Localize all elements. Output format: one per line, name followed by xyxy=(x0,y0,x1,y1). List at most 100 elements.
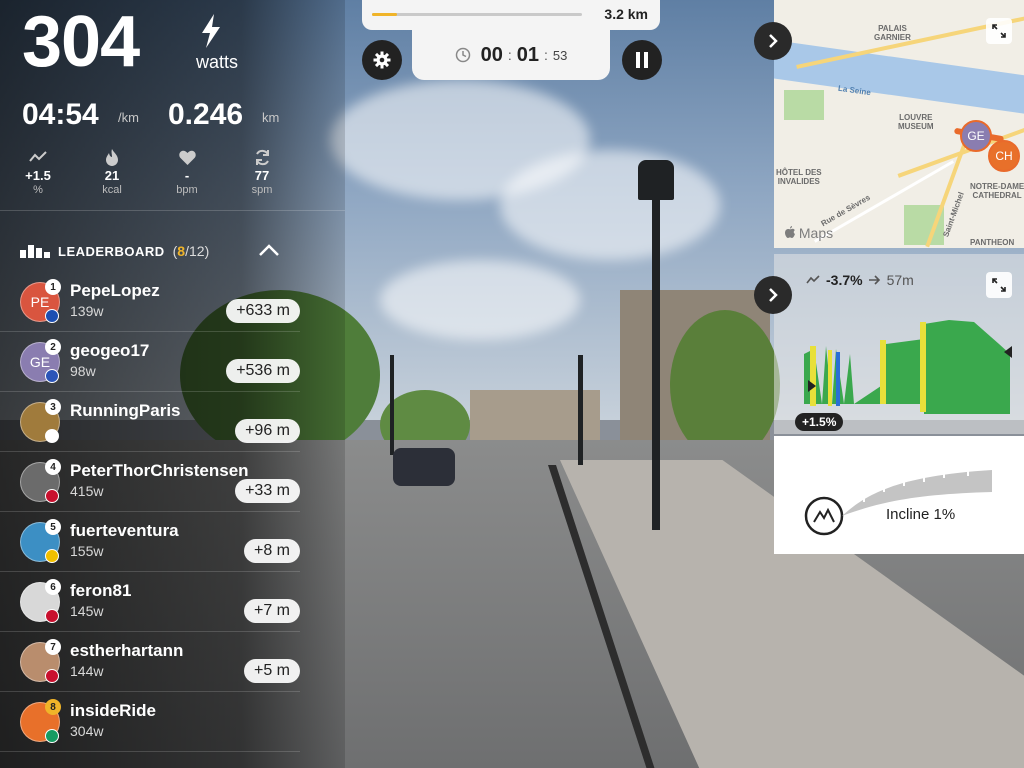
route-distance-label: 3.2 km xyxy=(604,6,648,22)
rank-badge: 1 xyxy=(45,279,61,295)
athlete-name: PepeLopez xyxy=(70,281,160,300)
pin-initials: CH xyxy=(995,149,1013,163)
stat-value: - xyxy=(184,168,190,183)
leaderboard-row[interactable]: 3 RunningParis +96 m xyxy=(0,391,300,452)
athlete-name: PeterThorChristensen xyxy=(70,461,249,480)
athlete-name: fuerteventura xyxy=(70,521,179,540)
power-value: 304 xyxy=(22,2,140,82)
athlete-watts: 145w xyxy=(70,603,104,619)
expand-elevation-button[interactable] xyxy=(986,272,1012,298)
stat-heart-rate: - bpm xyxy=(157,148,217,196)
street-lamp xyxy=(652,170,660,530)
upcoming-grade-distance: 57m xyxy=(886,272,914,288)
maps-brand-label: Maps xyxy=(798,225,834,241)
cadence-icon xyxy=(255,149,269,165)
leaderboard-row[interactable]: PE 1 PepeLopez 139w +633 m xyxy=(0,271,300,332)
athlete-watts: 304w xyxy=(70,723,104,739)
leaderboard-row[interactable]: 6 feron81 145w +7 m xyxy=(0,571,300,632)
athlete-watts: 415w xyxy=(70,483,104,499)
stat-calories: 21 kcal xyxy=(82,148,142,196)
incline-graphic xyxy=(804,470,992,536)
clock-icon xyxy=(455,47,470,63)
distance-gap-badge: +5 m xyxy=(243,659,300,683)
leaderboard-row[interactable]: 8 insideRide 304w xyxy=(0,691,300,752)
expand-icon xyxy=(992,24,1006,38)
distance-gap-badge: +633 m xyxy=(226,299,300,323)
chevron-right-icon xyxy=(769,288,778,302)
flame-icon xyxy=(106,148,118,166)
incline-icon xyxy=(29,151,47,162)
pause-icon xyxy=(636,52,648,68)
distance-gap-badge: +8 m xyxy=(243,539,300,563)
heart-icon xyxy=(178,150,196,165)
elevation-area xyxy=(924,320,1010,414)
distance-value: 0.246 xyxy=(168,98,244,131)
map-park xyxy=(784,90,824,120)
collapse-leaderboard-chevron-up-icon[interactable] xyxy=(258,243,280,257)
incline-label: Incline 1% xyxy=(886,506,956,523)
maps-attribution: Maps xyxy=(785,225,833,241)
incline-panel xyxy=(774,436,1024,554)
country-flag-icon xyxy=(45,489,59,503)
tree xyxy=(670,310,780,460)
leaderboard-icon xyxy=(20,245,50,258)
map-user-pin[interactable]: GE xyxy=(960,120,992,152)
street-lamp xyxy=(390,355,394,455)
timer-minutes: 01 xyxy=(516,43,540,66)
country-flag-icon xyxy=(45,729,59,743)
distance-unit: km xyxy=(262,110,280,125)
athlete-watts: 98w xyxy=(70,363,96,379)
chevron-right-icon xyxy=(769,34,778,48)
progress-fill xyxy=(372,13,398,16)
collapse-elevation-button[interactable] xyxy=(754,276,792,314)
rank-badge: 3 xyxy=(45,399,61,415)
stat-value: 21 xyxy=(104,168,120,183)
timer-seconds: 53 xyxy=(552,47,568,63)
country-flag-icon xyxy=(45,309,59,323)
upcoming-grade-value: -3.7% xyxy=(826,272,863,288)
map-label-palais: PALAIS GARNIER xyxy=(874,24,911,42)
gear-icon xyxy=(373,51,391,69)
map-label-notre-dame: NOTRE-DAME CATHEDRAL xyxy=(970,182,1024,200)
map-user-pin[interactable]: CH xyxy=(988,140,1020,172)
settings-button[interactable] xyxy=(362,40,402,80)
map-label-invalides: HÔTEL DES INVALIDES xyxy=(776,168,822,186)
upcoming-grade: -3.7% 57m xyxy=(806,272,914,288)
elevation-segment xyxy=(836,352,840,406)
athlete-name: geogeo17 xyxy=(70,341,150,360)
country-flag-icon xyxy=(45,369,59,383)
map-label-pantheon: PANTHEON xyxy=(970,238,1015,247)
stats-divider xyxy=(0,210,345,211)
power-unit: watts xyxy=(196,52,239,72)
country-flag-icon xyxy=(45,429,59,443)
stat-unit: spm xyxy=(251,184,273,196)
leaderboard-row[interactable]: 5 fuerteventura 155w +8 m xyxy=(0,511,300,572)
rank-badge: 6 xyxy=(45,579,61,595)
leaderboard-row[interactable]: 4 PeterThorChristensen 415w +33 m xyxy=(0,451,300,512)
leaderboard-row[interactable]: GE 2 geogeo17 98w +536 m xyxy=(0,331,300,392)
timer-separator: : xyxy=(507,47,512,63)
leaderboard-header: LEADERBOARD (8/12) xyxy=(20,240,290,262)
pin-initials: GE xyxy=(967,129,985,143)
stat-unit: bpm xyxy=(176,184,198,196)
leaderboard-count: (8/12) xyxy=(172,243,210,259)
cloud xyxy=(500,150,720,260)
rank-badge: 5 xyxy=(45,519,61,535)
elevation-highlight xyxy=(880,340,886,404)
leaderboard-row[interactable]: 7 estherhartann 144w +5 m xyxy=(0,631,300,692)
elevation-highlight xyxy=(920,322,926,412)
map-label-louvre: LOUVRE MUSEUM xyxy=(898,113,934,131)
country-flag-icon xyxy=(45,609,59,623)
incline-icon xyxy=(806,275,820,284)
avatar-initials: GE xyxy=(29,354,51,370)
timer-hours: 00 xyxy=(480,43,503,66)
distance-gap-badge: +7 m xyxy=(243,599,300,623)
pause-button[interactable] xyxy=(622,40,662,80)
expand-map-button[interactable] xyxy=(986,18,1012,44)
arrow-right-icon xyxy=(868,275,880,285)
leaderboard-total: /12 xyxy=(185,243,205,259)
distance-gap-badge: +96 m xyxy=(235,419,300,443)
stat-unit: kcal xyxy=(102,184,122,196)
stat-value: 77 xyxy=(254,168,270,183)
collapse-map-button[interactable] xyxy=(754,22,792,60)
